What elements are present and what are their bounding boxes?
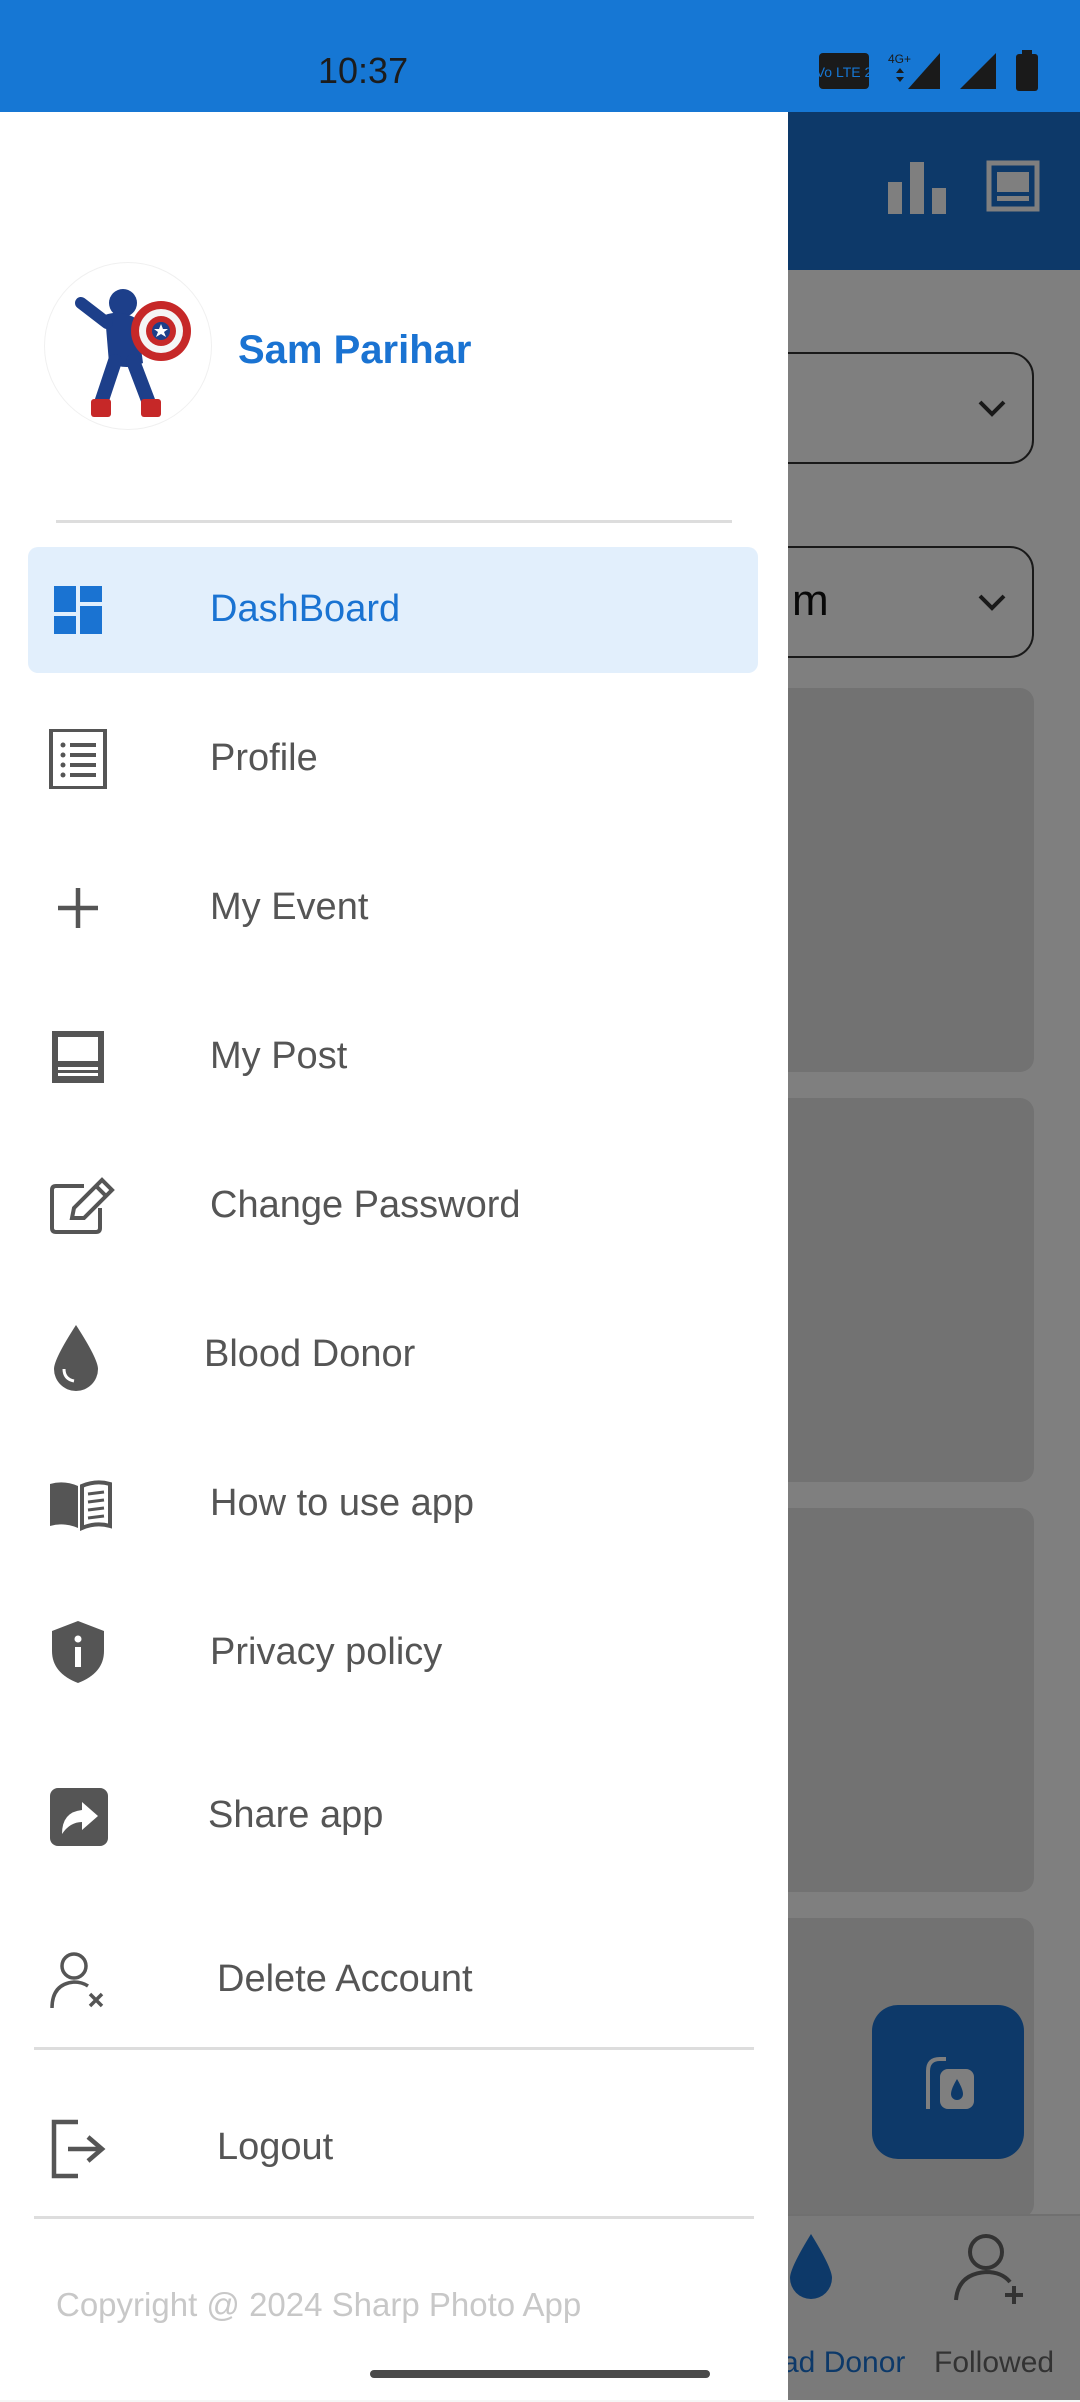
shield-info-icon <box>48 1621 108 1683</box>
menu-item-privacy-policy[interactable]: Privacy policy <box>28 1590 758 1716</box>
network-badge-text: Vo LTE 2 <box>818 64 870 80</box>
user-name[interactable]: Sam Parihar <box>238 328 471 373</box>
status-icons: Vo LTE 2 4G+ <box>816 50 1040 97</box>
avatar[interactable] <box>44 262 212 430</box>
plus-icon <box>48 878 108 938</box>
menu-item-label: Privacy policy <box>210 1631 443 1673</box>
share-icon <box>48 1786 108 1846</box>
menu-item-logout[interactable]: Logout <box>28 2085 758 2211</box>
menu-item-label: My Post <box>210 1035 348 1077</box>
delete-user-icon <box>48 1950 108 2010</box>
dashboard-icon <box>48 580 108 640</box>
blood-drop-icon <box>48 1325 108 1391</box>
battery-icon <box>1014 50 1040 97</box>
volte-icon: Vo LTE 2 <box>816 52 872 95</box>
menu-item-label: How to use app <box>210 1482 475 1524</box>
book-icon <box>48 1474 112 1534</box>
divider <box>34 2216 754 2219</box>
menu-item-change-password[interactable]: Change Password <box>28 1143 758 1269</box>
menu-item-how-to-use[interactable]: How to use app <box>28 1441 758 1567</box>
signal-4g-icon: 4G+ <box>886 51 942 96</box>
menu-item-label: Profile <box>210 737 318 779</box>
menu-item-label: Logout <box>217 2126 334 2168</box>
menu-item-label: Delete Account <box>217 1958 473 2000</box>
logout-icon <box>48 2118 108 2179</box>
menu-item-dashboard[interactable]: DashBoard <box>28 547 758 673</box>
list-icon <box>48 728 108 790</box>
divider <box>34 2047 754 2050</box>
home-indicator[interactable] <box>370 2370 710 2378</box>
menu-item-blood-donor[interactable]: Blood Donor <box>28 1292 758 1418</box>
menu-item-label: Change Password <box>210 1184 521 1226</box>
captain-america-avatar <box>75 289 191 417</box>
menu-item-my-post[interactable]: My Post <box>28 994 758 1120</box>
status-time: 10:37 <box>318 50 409 91</box>
signal-icon <box>958 51 998 96</box>
menu-item-label: DashBoard <box>210 588 401 630</box>
menu-item-label: Share app <box>208 1794 384 1836</box>
edit-icon <box>48 1176 115 1236</box>
network-type-text: 4G+ <box>888 52 911 66</box>
post-icon <box>48 1027 108 1087</box>
divider <box>56 520 732 523</box>
menu-item-my-event[interactable]: My Event <box>28 845 758 971</box>
copyright-text: Copyright @ 2024 Sharp Photo App <box>56 2286 582 2323</box>
menu-item-delete-account[interactable]: Delete Account <box>28 1917 758 2043</box>
navigation-drawer: Sam Parihar DashBoard Profile My Event M… <box>0 112 788 2400</box>
menu-item-share-app[interactable]: Share app <box>28 1753 758 1879</box>
menu-item-profile[interactable]: Profile <box>28 696 758 822</box>
menu-item-label: Blood Donor <box>204 1333 416 1375</box>
status-bar: 10:37 Vo LTE 2 4G+ <box>0 0 1080 112</box>
menu-item-label: My Event <box>210 886 369 928</box>
